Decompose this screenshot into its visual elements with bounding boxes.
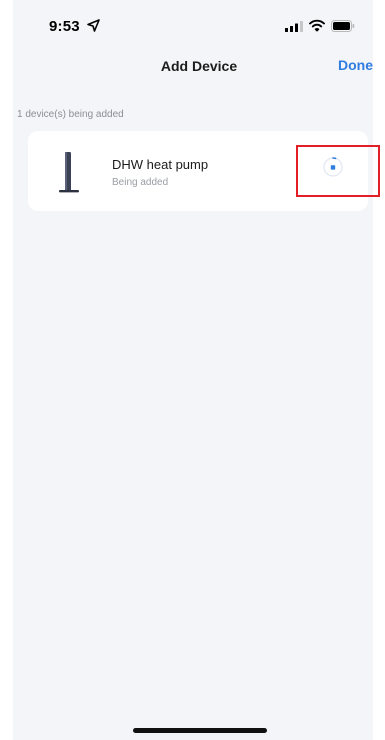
heat-pump-device-icon [59,152,79,193]
add-device-screen: 9:53 Add Device Done 1 device(s) being a… [13,0,373,740]
navigation-bar: Add Device Done [13,50,373,84]
annotation-highlight-box [296,145,380,197]
page-title: Add Device [160,58,238,74]
done-button[interactable]: Done [338,57,373,73]
devices-being-added-count: 1 device(s) being added [17,109,124,120]
status-time: 9:53 [49,18,80,35]
cellular-signal-icon [285,21,303,32]
home-indicator[interactable] [133,728,267,733]
phone-frame: 9:53 Add Device Done 1 device(s) being a… [0,0,385,740]
device-status: Being added [112,177,169,188]
status-bar: 9:53 [13,0,373,50]
wifi-icon [309,19,325,32]
device-name: DHW heat pump [112,157,209,172]
location-arrow-icon [87,19,100,32]
battery-icon [331,20,355,32]
